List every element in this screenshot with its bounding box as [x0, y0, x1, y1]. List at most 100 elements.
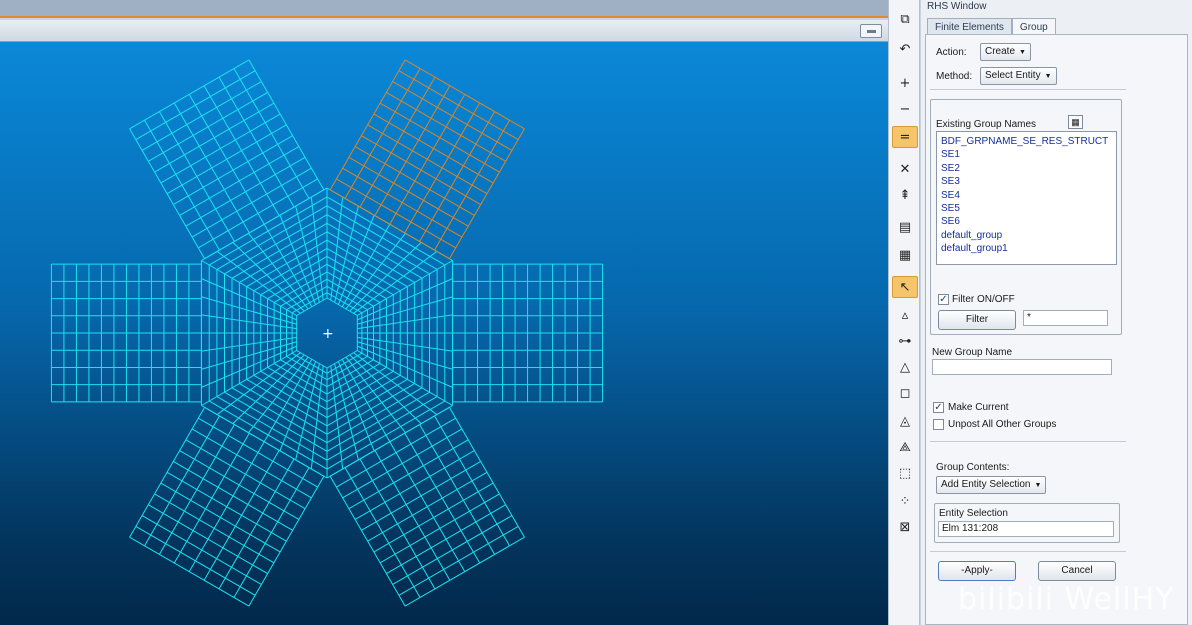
mesh-canvas[interactable]: + [0, 42, 888, 625]
rotate-icon[interactable]: ↶ [892, 38, 918, 60]
arm-line [379, 493, 500, 564]
radial-line [345, 233, 406, 310]
arm-line [361, 135, 481, 205]
group-list-item[interactable]: SE3 [941, 175, 1112, 188]
tab-group[interactable]: Group [1011, 18, 1056, 35]
rhs-window: RHS Window Finite Elements Group Action:… [921, 0, 1192, 625]
group-list-item[interactable]: SE5 [941, 202, 1112, 215]
arm-line [348, 439, 469, 510]
viewport-toolbar [0, 20, 888, 42]
group-contents-value: Add Entity Selection [941, 479, 1031, 490]
existing-groups-list[interactable]: BDF_GRPNAME_SE_RES_STRUCT SE1 SE2 SE3 SE4 SE5… [936, 131, 1117, 265]
hex-icon[interactable]: ⬚ [892, 462, 918, 484]
radial-line [232, 242, 305, 312]
graphics-viewport[interactable]: + [0, 42, 888, 625]
arm-line [198, 178, 318, 249]
radial-line [357, 296, 453, 325]
make-current-checkbox[interactable]: ✓ [933, 402, 944, 413]
arm-line [173, 135, 293, 205]
arm-line [386, 504, 506, 575]
arm-line [198, 417, 318, 488]
delete-icon[interactable]: ✕ [892, 158, 918, 180]
arm-line [141, 81, 262, 151]
divider [930, 441, 1126, 442]
arm-line [185, 439, 306, 510]
group-list-item[interactable]: default_group [941, 229, 1112, 242]
arm-line [336, 178, 456, 249]
select-box-icon[interactable]: ⊠ [892, 516, 918, 538]
unpost-others-checkbox[interactable] [933, 419, 944, 430]
filter-button[interactable]: Filter [938, 310, 1016, 330]
pick-arrow-icon[interactable]: ↖ [892, 276, 918, 298]
arm-line [404, 59, 525, 130]
radial-line [216, 251, 301, 314]
apply-button[interactable]: -Apply- [938, 561, 1016, 581]
group-list-icon[interactable]: ▤ [892, 216, 918, 238]
tab-bar: Finite Elements Group [927, 18, 1056, 35]
arm-line [185, 156, 306, 227]
node-icon[interactable]: ▵ [892, 304, 918, 326]
arm-line [348, 156, 469, 227]
radial-line [349, 354, 422, 424]
action-dropdown[interactable]: Create ▼ [980, 43, 1031, 61]
filter-checkbox[interactable]: ✓ [938, 294, 949, 305]
chevron-down-icon: ▼ [1019, 49, 1026, 56]
new-group-name-input[interactable] [932, 359, 1112, 375]
pyramid-icon[interactable]: ⟁ [892, 436, 918, 458]
cancel-button[interactable]: Cancel [1038, 561, 1116, 581]
group-list-item[interactable]: SE1 [941, 148, 1112, 161]
radial-line [357, 336, 453, 352]
watermark-logo: bilibili WellHY [958, 582, 1175, 617]
add-icon[interactable]: + [892, 72, 918, 94]
select-nodes-icon[interactable]: ⁘ [892, 490, 918, 512]
radial-line [345, 356, 406, 433]
group-list2-icon[interactable]: ▦ [892, 244, 918, 266]
radial-line [357, 341, 453, 370]
bar-icon[interactable]: ⊶ [892, 330, 918, 352]
arm-line [367, 471, 488, 542]
arm-line [386, 91, 506, 162]
arm-line [148, 91, 268, 162]
radial-line [216, 352, 301, 415]
group-list-item[interactable]: SE2 [941, 162, 1112, 175]
window-icon[interactable]: ⧉ [892, 8, 918, 30]
show-icon[interactable]: ⇞ [892, 184, 918, 206]
entity-selection-input[interactable]: Elm 131:208 [938, 521, 1114, 537]
filter-input[interactable]: * [1023, 310, 1108, 326]
radial-line [353, 251, 438, 314]
radial-line [248, 356, 309, 433]
arm-line [354, 146, 475, 216]
remove-icon[interactable]: − [892, 98, 918, 120]
tab-finite-elements[interactable]: Finite Elements [927, 18, 1012, 35]
tet-icon[interactable]: ◬ [892, 410, 918, 432]
replace-icon[interactable]: = [892, 126, 918, 148]
group-list-item[interactable]: default_group1 [941, 242, 1112, 255]
radial-line [201, 341, 297, 370]
tria-icon[interactable]: △ [892, 356, 918, 378]
arm-line [398, 70, 519, 141]
group-list-item[interactable]: SE6 [941, 215, 1112, 228]
existing-groups-label: Existing Group Names [936, 119, 1037, 130]
arm-line [191, 167, 312, 238]
arm-line [398, 525, 519, 596]
minimize-viewport-button[interactable] [860, 24, 882, 38]
quad-icon[interactable]: ◻ [892, 382, 918, 404]
arm-line [373, 113, 494, 184]
panel-title: RHS Window [927, 1, 987, 12]
arm-line [361, 461, 481, 531]
title-bar [0, 0, 888, 18]
entity-selection-label: Entity Selection [939, 508, 1008, 519]
radial-line [349, 242, 422, 312]
arm-line [160, 482, 281, 553]
group-list-icon[interactable]: ▦ [1068, 115, 1083, 129]
group-list-item[interactable]: SE4 [941, 189, 1112, 202]
arm-line [179, 450, 300, 520]
group-list-item[interactable]: BDF_GRPNAME_SE_RES_STRUCT [941, 135, 1112, 148]
new-group-name-label: New Group Name [932, 347, 1013, 358]
divider [930, 89, 1126, 90]
arm-line [166, 124, 287, 195]
chevron-down-icon: ▼ [1034, 482, 1042, 489]
method-label: Method: [936, 71, 973, 82]
group-contents-dropdown[interactable]: Add Entity Selection ▼ [936, 476, 1047, 494]
method-dropdown[interactable]: Select Entity ▼ [980, 67, 1057, 85]
